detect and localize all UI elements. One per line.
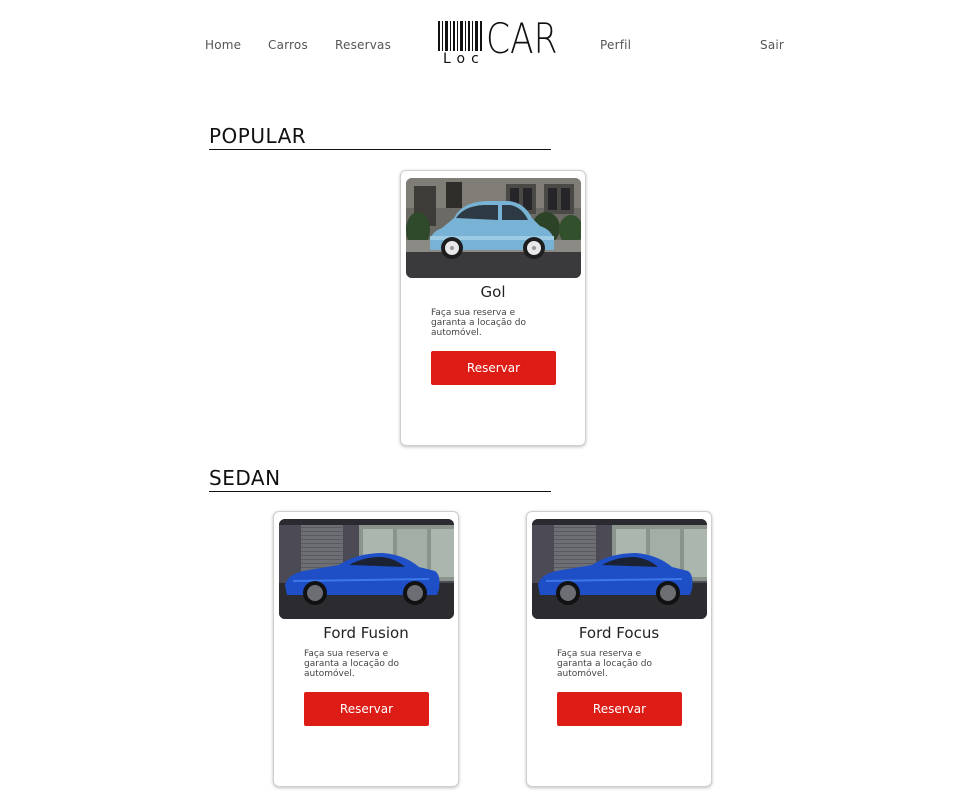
nav-sair-link[interactable]: Sair [760,38,784,52]
reservar-button[interactable]: Reservar [431,351,556,385]
car-title: Ford Fusion [323,624,409,642]
barcode-icon [438,21,482,51]
car-description: Faça sua reserva e garanta a locação do … [557,649,652,679]
nav-carros-link[interactable]: Carros [268,38,308,52]
car-title: Ford Focus [578,624,660,642]
car-card: Ford Focus Faça sua reserva e garanta a … [526,511,712,787]
logo-loc-text: Loc [443,51,485,67]
light-blue-compact-car-photo [406,178,581,278]
section-title-sedan: SEDAN [209,466,551,492]
car-description: Faça sua reserva e garanta a locação do … [431,308,526,338]
car-image [279,519,454,619]
logo-car-text: CAR [486,14,558,63]
reservar-button[interactable]: Reservar [304,692,429,726]
car-image [406,178,581,278]
car-title: Gol [480,283,506,301]
nav-reservas-link[interactable]: Reservas [335,38,391,52]
blue-coupe-car-photo [279,519,454,619]
car-card: Ford Fusion Faça sua reserva e garanta a… [273,511,459,787]
car-description: Faça sua reserva e garanta a locação do … [304,649,399,679]
loccar-logo[interactable]: CAR Loc [436,14,558,70]
nav-home-link[interactable]: Home [205,38,241,52]
nav-perfil-link[interactable]: Perfil [600,38,631,52]
page: Home Carros Reservas CAR Loc Perfil Sair… [0,0,978,799]
car-image [532,519,707,619]
section-title-popular: POPULAR [209,124,551,150]
blue-coupe-car-photo [532,519,707,619]
reservar-button[interactable]: Reservar [557,692,682,726]
car-card: Gol Faça sua reserva e garanta a locação… [400,170,586,446]
